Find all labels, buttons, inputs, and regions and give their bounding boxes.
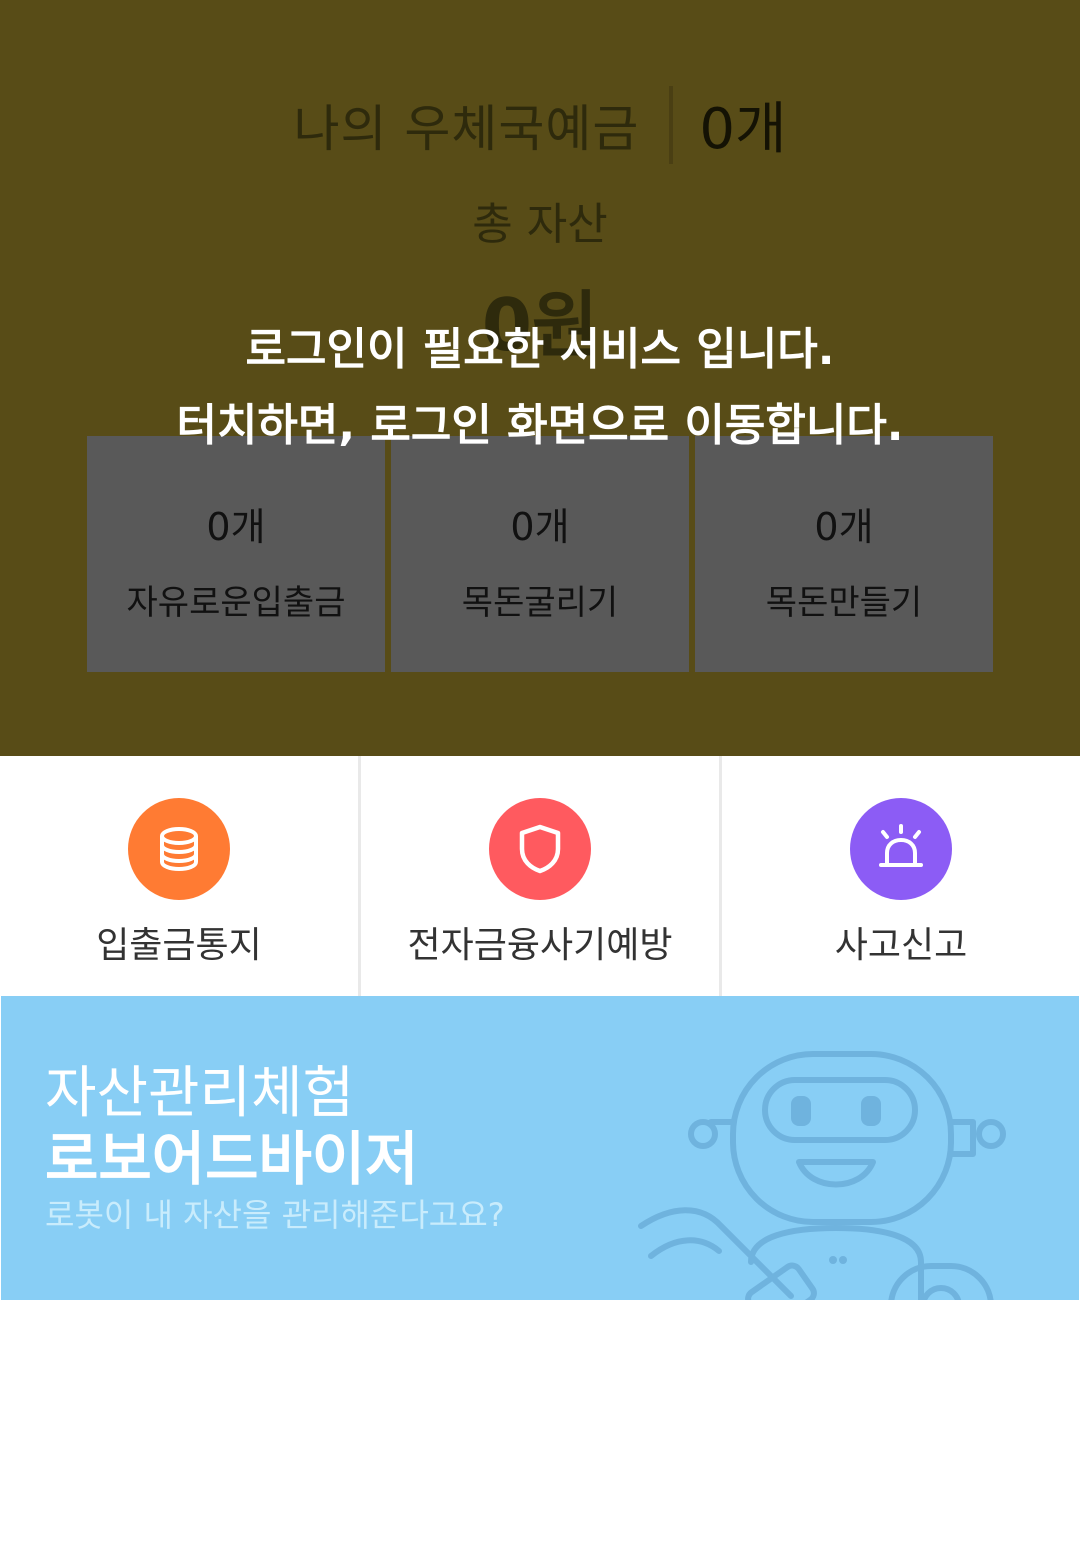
account-count: 0개	[699, 97, 787, 162]
login-required-message[interactable]: 로그인이 필요한 서비스 입니다. 터치하면, 로그인 화면으로 이동합니다.	[0, 312, 1080, 464]
product-count: 0개	[814, 505, 874, 549]
product-card-free-deposit[interactable]: 0개 자유로운입출금	[87, 436, 385, 672]
siren-icon	[850, 798, 952, 900]
product-count: 0개	[206, 505, 266, 549]
quick-item-label: 전자금융사기예방	[407, 925, 673, 966]
robot-icon	[638, 1051, 1006, 1300]
login-message-line1: 로그인이 필요한 서비스 입니다.	[245, 324, 835, 375]
bank-name: 나의 우체국예금	[293, 99, 640, 158]
product-label: 목돈굴리기	[461, 583, 619, 623]
product-label: 목돈만들기	[765, 583, 923, 623]
asset-header: 나의 우체국예금 0개	[0, 84, 1080, 165]
robo-advisor-banner[interactable]: 자산관리체험 로보어드바이저 로봇이 내 자산을 관리해준다고요?	[1, 996, 1079, 1300]
quick-menu: 입출금통지 전자금융사기예방 사고신고	[0, 756, 1080, 996]
product-card-lump-sum-invest[interactable]: 0개 목돈굴리기	[391, 436, 689, 672]
banner-title-main: 로보어드바이저	[45, 1125, 419, 1193]
quick-item-label: 입출금통지	[96, 925, 262, 966]
shield-icon	[489, 798, 591, 900]
total-asset-label: 총 자산	[472, 199, 608, 250]
quick-item-fraud-prevention[interactable]: 전자금융사기예방	[361, 756, 722, 996]
header-divider	[669, 85, 674, 164]
coin-stack-icon	[128, 798, 230, 900]
quick-item-transaction-alert[interactable]: 입출금통지	[0, 756, 361, 996]
quick-item-label: 사고신고	[834, 925, 968, 966]
quick-item-incident-report[interactable]: 사고신고	[722, 756, 1080, 996]
banner-subtitle: 로봇이 내 자산을 관리해준다고요?	[45, 1196, 505, 1234]
asset-summary-panel[interactable]: 나의 우체국예금 0개 총 자산 0원 로그인이 필요한 서비스 입니다. 터치…	[0, 0, 1080, 756]
product-cards: 0개 자유로운입출금 0개 목돈굴리기 0개 목돈만들기	[87, 436, 993, 672]
login-message-line2: 터치하면, 로그인 화면으로 이동합니다.	[176, 400, 904, 451]
product-count: 0개	[510, 505, 570, 549]
product-card-savings[interactable]: 0개 목돈만들기	[695, 436, 993, 672]
product-label: 자유로운입출금	[126, 583, 346, 623]
